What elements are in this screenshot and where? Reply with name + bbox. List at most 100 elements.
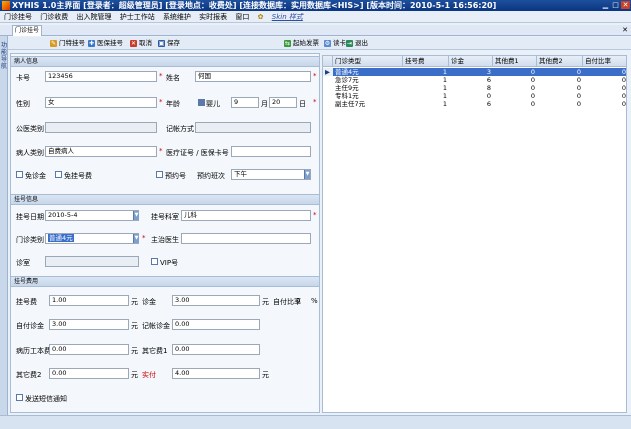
cell-other2: 0: [576, 92, 581, 100]
account-consult-label: 记帐诊金: [142, 322, 170, 330]
patient-type-select[interactable]: 自费病人: [45, 146, 157, 157]
booking-shift-select[interactable]: 下午: [231, 169, 311, 180]
cell-other2: 0: [576, 68, 581, 76]
account-consult-input[interactable]: 0.00: [172, 319, 260, 330]
special-register-button[interactable]: ✎ 门特挂号: [50, 38, 85, 49]
other-fee2-input[interactable]: 0.00: [49, 368, 129, 379]
booking-checkbox[interactable]: [156, 171, 163, 178]
close-icon[interactable]: ✕: [621, 1, 630, 9]
cancel-icon: ✕: [130, 40, 137, 47]
table-row[interactable]: 副主任7元 1 6 0 0 0: [323, 100, 626, 108]
title-user: [登录者：超级管理员]: [83, 1, 163, 10]
minimize-icon[interactable]: ▁: [601, 1, 610, 9]
table-row[interactable]: ▶ 普通4元 1 3 0 0 0: [323, 68, 626, 76]
insurance-icon: ✚: [88, 40, 95, 47]
skin-icon[interactable]: ✿: [258, 11, 264, 23]
column-header[interactable]: 诊金: [449, 56, 493, 67]
clinic-type-value: 普通4元: [48, 234, 74, 242]
age-year-input[interactable]: 9: [231, 97, 259, 108]
cell-reg-fee: 1: [442, 92, 447, 100]
column-header[interactable]: 自付比率: [583, 56, 626, 67]
status-bar: [0, 415, 631, 429]
maximize-icon[interactable]: □: [611, 1, 620, 9]
table-row[interactable]: 主任9元 1 8 0 0 0: [323, 84, 626, 92]
skin-link[interactable]: Skin 样式: [272, 11, 303, 23]
record-fee-input[interactable]: 0.00: [49, 344, 129, 355]
exit-button[interactable]: ⇥ 退出: [346, 38, 368, 49]
tab-close-icon[interactable]: ✕: [621, 26, 629, 34]
cancel-label: 取消: [139, 39, 152, 47]
doctor-input[interactable]: [181, 233, 311, 244]
side-nav-strip[interactable]: 功能导航: [0, 36, 8, 429]
name-input[interactable]: 何国: [195, 71, 311, 82]
menu-item-admission[interactable]: 出入院管理: [76, 11, 111, 23]
vip-checkbox[interactable]: [151, 258, 158, 265]
menu-item-report[interactable]: 实时报表: [199, 11, 227, 23]
cancel-button[interactable]: ✕ 取消: [130, 38, 152, 49]
register-fee-input[interactable]: 1.00: [49, 295, 129, 306]
sex-select[interactable]: 女: [45, 97, 157, 108]
menu-item-window[interactable]: 窗口: [235, 11, 249, 23]
title-bar: XYHIS 1.0主界面 [登录者：超级管理员] [登录地点：收费处] [连接数…: [0, 0, 631, 11]
cell-other1: 0: [530, 76, 535, 84]
register-dept-input[interactable]: 儿科: [181, 210, 311, 221]
vip-label: VIP号: [160, 259, 179, 267]
clinic-type-select[interactable]: 普通4元: [45, 233, 139, 244]
day-label: 日: [299, 100, 306, 108]
menu-item-charge[interactable]: 门诊收费: [40, 11, 68, 23]
other-fee1-label: 其它费1: [142, 347, 168, 355]
table-row[interactable]: 专科1元 1 0 0 0 0: [323, 92, 626, 100]
register-dept-label: 挂号科室: [151, 213, 179, 221]
chevron-down-icon[interactable]: ▼: [133, 234, 139, 243]
insurance-card-label: 医疗证号 / 医保卡号: [166, 149, 229, 157]
read-card-label: 读卡: [333, 39, 346, 47]
column-header[interactable]: 门诊类型: [333, 56, 403, 67]
cell-type: 主任9元: [335, 84, 359, 92]
save-button[interactable]: ▣ 保存: [158, 38, 180, 49]
special-register-label: 门特挂号: [59, 39, 85, 47]
insurance-card-input[interactable]: [231, 146, 311, 157]
grid-header: 门诊类型 挂号费 诊金 其他费1 其他费2 自付比率: [323, 56, 626, 67]
tab-registration[interactable]: 门诊挂号: [12, 25, 42, 36]
sms-checkbox[interactable]: [16, 394, 23, 401]
infant-checkbox[interactable]: [198, 99, 205, 106]
other-fee1-input[interactable]: 0.00: [172, 344, 260, 355]
column-header[interactable]: 其他费2: [537, 56, 583, 67]
card-number-label: 卡号: [16, 74, 30, 82]
chevron-down-icon[interactable]: ▼: [304, 170, 310, 179]
consult-fee-input[interactable]: 3.00: [172, 295, 260, 306]
self-consult-input[interactable]: 3.00: [49, 319, 129, 330]
public-category-label: 公医类别: [16, 125, 44, 133]
menu-item-registration[interactable]: 门诊挂号: [4, 11, 32, 23]
cell-ratio: 0: [621, 84, 626, 92]
menu-item-nurse[interactable]: 护士工作站: [120, 11, 155, 23]
cell-other1: 0: [530, 84, 535, 92]
cell-reg-fee: 1: [442, 68, 447, 76]
insurance-register-label: 医保挂号: [97, 39, 123, 47]
start-invoice-button[interactable]: ⇆ 起始发票: [284, 38, 319, 49]
room-input[interactable]: [45, 256, 139, 267]
read-card-button[interactable]: ⚙ 读卡: [324, 38, 346, 49]
patient-section-header: 病人信息: [11, 56, 319, 67]
free-consult-checkbox[interactable]: [16, 171, 23, 178]
account-method-input[interactable]: [195, 122, 311, 133]
menu-item-system[interactable]: 系统维护: [163, 11, 191, 23]
unit-label: 元: [262, 371, 269, 379]
insurance-register-button[interactable]: ✚ 医保挂号: [88, 38, 123, 49]
infant-label: 婴儿: [206, 100, 220, 108]
public-category-input[interactable]: [45, 122, 157, 133]
booking-label: 预约号: [165, 172, 186, 180]
table-row[interactable]: 急诊7元 1 6 0 0 0: [323, 76, 626, 84]
paid-label: 实付: [142, 371, 156, 379]
unit-label: 元: [262, 298, 269, 306]
chevron-down-icon[interactable]: ▼: [133, 211, 139, 220]
card-number-input[interactable]: 123456: [45, 71, 157, 82]
register-date-input[interactable]: 2010-5-4: [45, 210, 139, 221]
free-register-fee-checkbox[interactable]: [55, 171, 62, 178]
age-day-input[interactable]: 20: [269, 97, 297, 108]
column-header[interactable]: 其他费1: [493, 56, 537, 67]
clinic-type-grid[interactable]: 门诊类型 挂号费 诊金 其他费1 其他费2 自付比率 ▶ 普通4元 1 3 0 …: [322, 55, 627, 413]
column-header[interactable]: 挂号费: [403, 56, 449, 67]
paid-input[interactable]: 4.00: [172, 368, 260, 379]
register-section-header: 挂号信息: [11, 194, 319, 205]
